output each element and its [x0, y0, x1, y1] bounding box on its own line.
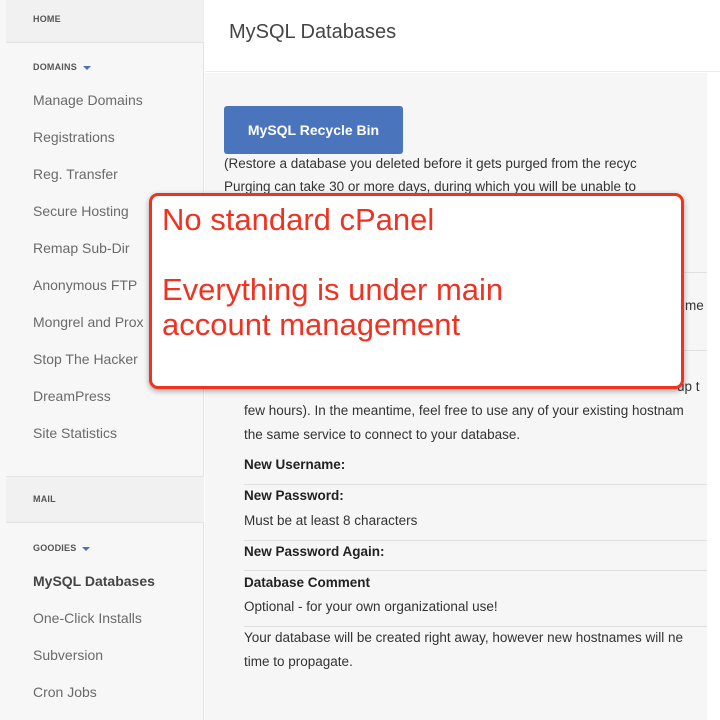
sidebar-home[interactable]: HOME	[33, 14, 61, 24]
sidebar-item-subversion[interactable]: Subversion	[33, 647, 103, 663]
sidebar-mail[interactable]: MAIL	[33, 494, 56, 504]
new-password-label: New Password:	[244, 488, 344, 503]
hostname-text-3: the same service to connect to your data…	[244, 427, 521, 442]
new-username-label: New Username:	[244, 457, 346, 472]
annotation-line-3: account management	[162, 307, 461, 342]
hidden-text-fragment: me	[685, 298, 704, 313]
database-comment-hint: Optional - for your own organizational u…	[244, 599, 498, 614]
database-comment-label: Database Comment	[244, 575, 371, 590]
new-password-again-label: New Password Again:	[244, 544, 385, 559]
divider	[244, 626, 707, 627]
mysql-recycle-bin-button[interactable]: MySQL Recycle Bin	[224, 106, 403, 154]
sidebar-item-remap-subdir[interactable]: Remap Sub-Dir	[33, 240, 129, 256]
hostname-text-2: few hours). In the meantime, feel free t…	[244, 403, 684, 418]
sidebar-item-registrations[interactable]: Registrations	[33, 129, 115, 145]
goodies-label: GOODIES	[33, 543, 77, 553]
sidebar-item-cron-jobs[interactable]: Cron Jobs	[33, 684, 97, 700]
page-header: MySQL Databases	[205, 0, 720, 72]
caret-down-icon	[82, 65, 91, 70]
sidebar-item-dreampress[interactable]: DreamPress	[33, 388, 111, 404]
sidebar-item-reg-transfer[interactable]: Reg. Transfer	[33, 166, 118, 182]
sidebar-item-anonymous-ftp[interactable]: Anonymous FTP	[33, 277, 137, 293]
divider	[244, 540, 707, 541]
sidebar-item-secure-hosting[interactable]: Secure Hosting	[33, 203, 129, 219]
page-title: MySQL Databases	[229, 21, 397, 43]
footer-text-2: time to propagate.	[244, 654, 353, 669]
sidebar-item-stop-the-hacker[interactable]: Stop The Hacker	[33, 351, 138, 367]
annotation-line-1: No standard cPanel	[162, 202, 435, 237]
annotation-line-2: Everything is under main	[162, 272, 504, 307]
new-password-hint: Must be at least 8 characters	[244, 513, 418, 528]
sidebar-item-site-statistics[interactable]: Site Statistics	[33, 425, 117, 441]
domains-label: DOMAINS	[33, 62, 77, 72]
sidebar-section-domains[interactable]: DOMAINS	[33, 62, 91, 72]
sidebar-item-one-click-installs[interactable]: One-Click Installs	[33, 610, 142, 626]
sidebar-item-mysql-databases[interactable]: MySQL Databases	[33, 573, 155, 589]
divider	[244, 570, 707, 571]
restore-text-2: Purging can take 30 or more days, during…	[224, 179, 636, 194]
restore-text-1: (Restore a database you deleted before i…	[224, 156, 637, 171]
sidebar-item-manage-domains[interactable]: Manage Domains	[33, 92, 143, 108]
caret-down-icon	[82, 546, 91, 551]
annotation-callout: No standard cPanel Everything is under m…	[149, 193, 684, 389]
footer-text-1: Your database will be created right away…	[244, 630, 683, 645]
sidebar-item-mongrel[interactable]: Mongrel and Prox	[33, 314, 144, 330]
divider	[244, 484, 707, 485]
sidebar-section-goodies[interactable]: GOODIES	[33, 543, 91, 553]
main-content: MySQL Recycle Bin (Restore a database yo…	[205, 73, 707, 720]
